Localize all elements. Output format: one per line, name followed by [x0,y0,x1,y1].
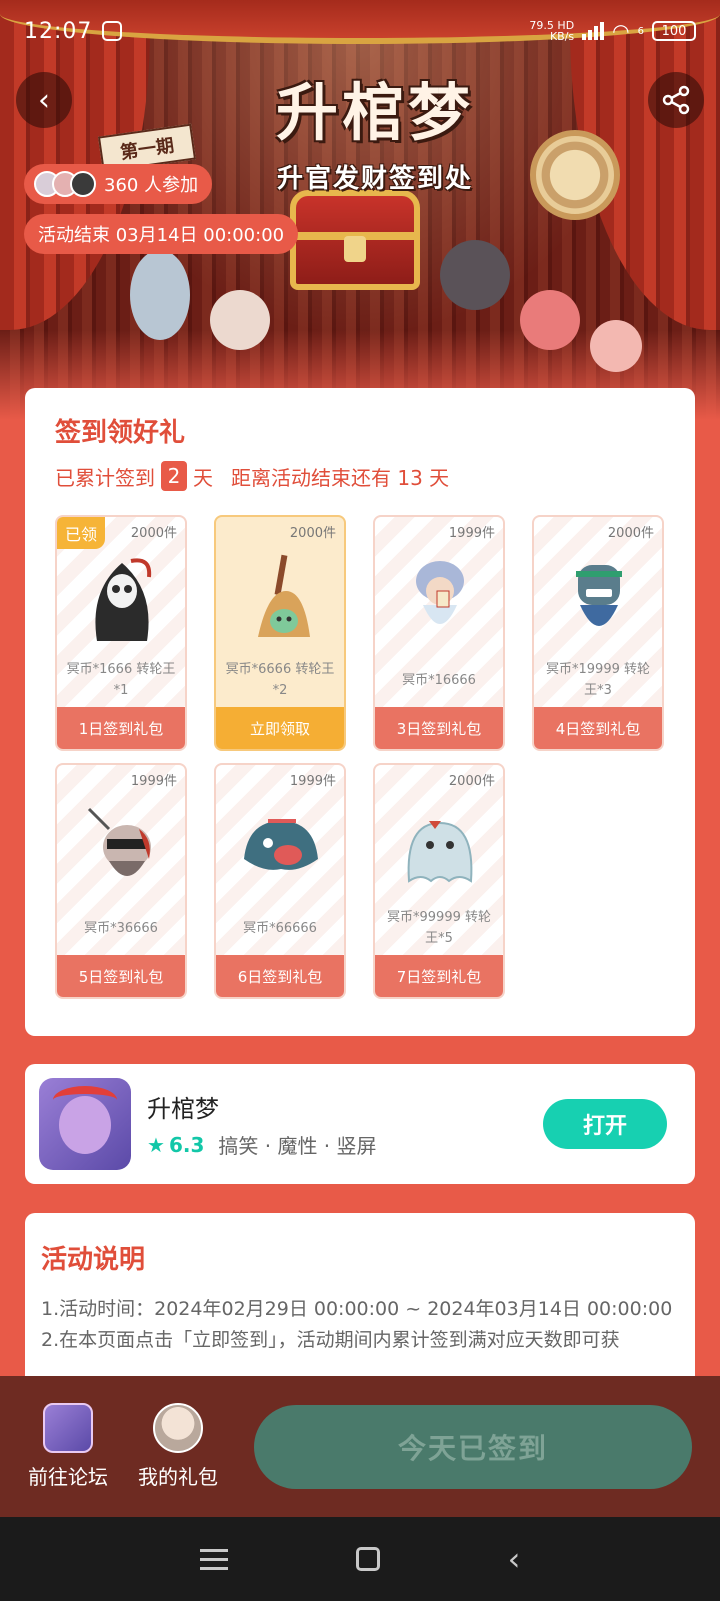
signin-progress: 已累计签到 2 天 距离活动结束还有 13 天 [55,461,665,491]
gift-stock: 1999件 [130,774,177,789]
broom-character-icon [258,554,310,637]
checked-in-today-button[interactable]: 今天已签到 [254,1404,692,1489]
reaper-character-icon [95,558,152,641]
gift-card-day4: 2000件 冥币*19999 转轮王*3 4日签到礼包 [532,515,664,751]
gift-name: 冥币*16666 [402,672,476,688]
gift-grid: 已领 2000件 冥币*1666 转轮王*1 1日签到礼包 2000件 冥币*6… [55,515,665,999]
gift-claim-button[interactable]: 3日签到礼包 [375,707,503,749]
forum-label: 前往论坛 [28,1465,108,1489]
gift-stock: 1999件 [289,774,336,789]
gift-claim-button[interactable]: 7日签到礼包 [375,955,503,997]
app-name: 升棺梦 [147,1095,219,1123]
gift-claim-button[interactable]: 5日签到礼包 [57,955,185,997]
end-time-pill: 活动结束 03月14日 00:00:00 [24,214,299,254]
gift-card-day1: 已领 2000件 冥币*1666 转轮王*1 1日签到礼包 [55,515,187,751]
remaining-days: 距离活动结束还有 13 天 [231,465,450,490]
forum-link[interactable]: 前往论坛 [28,1403,108,1490]
gift-stock: 2000件 [607,526,654,541]
open-app-button[interactable]: 打开 [543,1099,667,1149]
wifi-level: 6 [637,25,644,37]
gift-stock: 2000件 [448,774,495,789]
gift-stock: 2000件 [289,526,336,541]
gift-claim-button[interactable]: 1日签到礼包 [57,707,185,749]
rules-text: 1.活动时间：2024年02月29日 00:00:00 ~ 2024年03月14… [41,1294,679,1356]
status-bar: 12:07 79.5 HD KB/s ◠ 6 100 [0,0,720,62]
net-speed: 79.5 HD KB/s [529,19,575,43]
recent-apps-icon[interactable] [199,1548,228,1570]
treasure-chest-illustration [290,190,420,290]
forum-icon [43,1403,93,1453]
gift-claim-button[interactable]: 6日签到礼包 [216,955,344,997]
my-gifts-icon [153,1403,203,1453]
gift-card-day3: 1999件 冥币*16666 3日签到礼包 [373,515,505,751]
pink-monster-illustration [520,290,580,350]
rules-line: 1.活动时间：2024年02月29日 00:00:00 ~ 2024年03月14… [41,1298,673,1320]
bandit-character-icon [87,807,151,876]
clock-illustration [530,130,620,220]
gift-name: 冥币*19999 转轮王*3 [546,662,650,698]
bottom-action-bar: 前往论坛 我的礼包 今天已签到 [0,1376,720,1517]
participants-pill: 360 人参加 [24,164,213,204]
ghost-official-character-icon [416,561,464,624]
dog-character-illustration [440,240,510,310]
back-button[interactable]: ‹ [16,72,72,128]
gift-card-day2: 2000件 冥币*6666 转轮王*2 立即领取 [214,515,346,751]
claim-now-button[interactable]: 立即领取 [216,707,344,749]
app-meta: ★ 6.3 搞笑 · 魔性 · 竖屏 [147,1130,377,1159]
app-rating: 6.3 [168,1132,205,1157]
gift-name: 冥币*6666 转轮王*2 [225,662,335,698]
my-gifts-label: 我的礼包 [138,1465,218,1489]
participant-avatars [34,171,96,197]
system-navigation-bar: ‹ [0,1517,720,1601]
gift-card-day6: 1999件 冥币*66666 6日签到礼包 [214,763,346,999]
ghost-character-icon [407,821,473,883]
back-nav-icon[interactable]: ‹ [508,1543,521,1575]
days-signed-box: 2 [161,461,187,491]
share-icon [662,85,690,115]
rules-title: 活动说明 [41,1245,146,1275]
rules-line: 2.在本页面点击「立即签到」，活动期间内累计签到满对应天数即可获 [41,1329,620,1351]
gift-card-day7: 2000件 冥币*99999 转轮王*5 7日签到礼包 [373,763,505,999]
gift-name: 冥币*66666 [243,920,317,936]
app-info: 升棺梦 ★ 6.3 搞笑 · 魔性 · 竖屏 [147,1089,377,1159]
gift-name: 冥币*1666 转轮王*1 [66,662,176,698]
home-icon[interactable] [355,1547,380,1571]
signin-title: 签到领好礼 [55,418,186,448]
battery-icon: 100 [652,21,696,41]
end-time-text: 活动结束 03月14日 00:00:00 [38,225,285,246]
participants-count: 360 人参加 [104,175,199,196]
gift-claim-button[interactable]: 4日签到礼包 [534,707,662,749]
gift-card-day5: 1999件 冥币*36666 5日签到礼包 [55,763,187,999]
monster-character-illustration [210,290,270,350]
blob-monster-character-icon [244,819,318,870]
gift-stock: 2000件 [130,526,177,541]
app-card[interactable]: 升棺梦 ★ 6.3 搞笑 · 魔性 · 竖屏 打开 [25,1064,695,1184]
ghost-character-illustration [130,250,190,340]
gift-name: 冥币*36666 [84,920,158,936]
pink-ghost-illustration [590,320,642,372]
wifi-icon: ◠ [612,19,630,43]
signin-card: 签到领好礼 已累计签到 2 天 距离活动结束还有 13 天 已领 2000件 冥… [25,388,695,1036]
claimed-badge: 已领 [57,517,106,549]
gift-name: 冥币*99999 转轮王*5 [387,910,491,946]
signal-icon [582,22,605,40]
status-indicators: 79.5 HD KB/s ◠ 6 100 [529,19,696,43]
zombie-character-icon [576,565,622,626]
avatar [70,171,96,197]
chevron-left-icon: ‹ [38,82,50,118]
app-notification-icon [102,21,123,41]
event-title-sub: 升官发财签到处 [276,164,473,194]
event-title: 升棺梦 升官发财签到处 [230,62,520,195]
status-time: 12:07 [24,18,93,44]
event-title-main: 升棺梦 [275,76,474,149]
app-icon [39,1078,131,1170]
my-gifts-link[interactable]: 我的礼包 [138,1403,218,1490]
share-button[interactable] [648,72,704,128]
app-tags: 搞笑 · 魔性 · 竖屏 [218,1134,377,1158]
gift-stock: 1999件 [448,526,495,541]
star-icon: ★ [147,1132,165,1157]
